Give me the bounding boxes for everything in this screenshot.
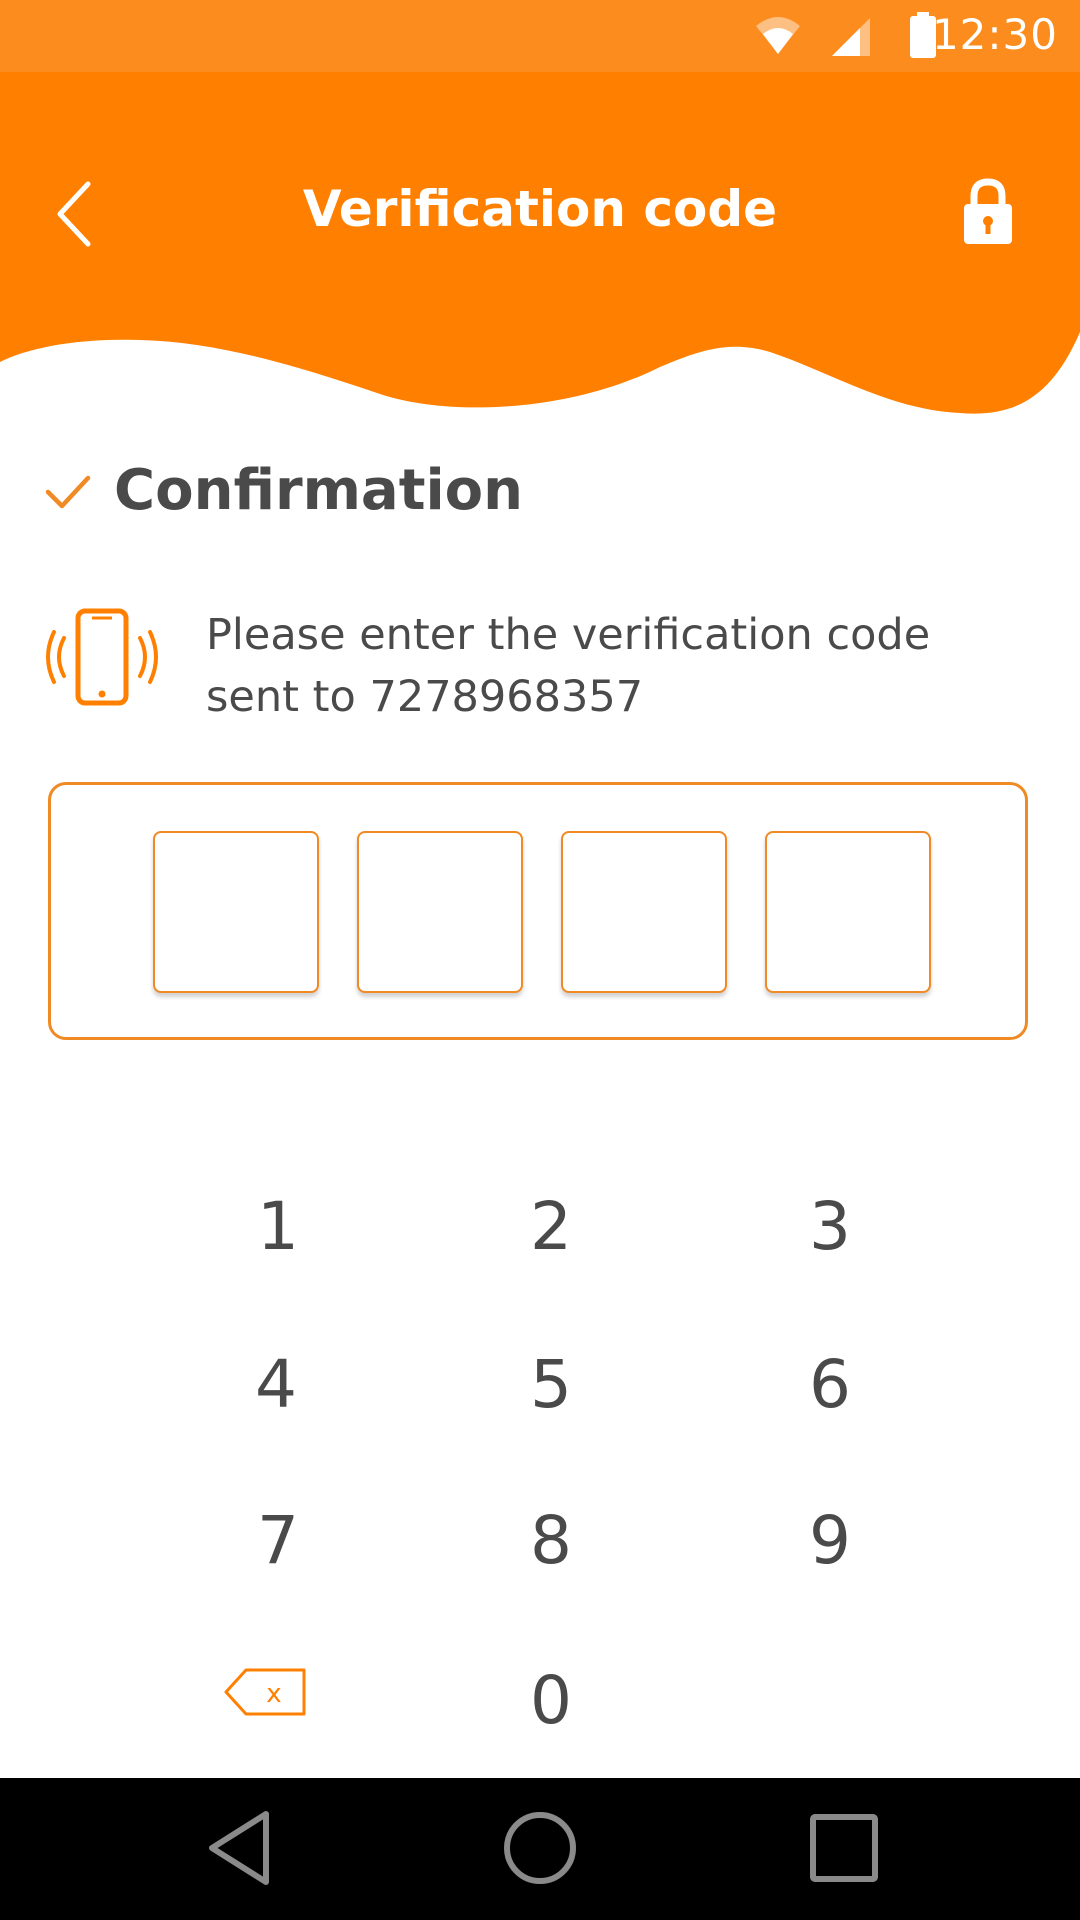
system-nav-bar [0, 1778, 1080, 1920]
check-icon [45, 475, 91, 509]
lock-icon [964, 178, 1012, 244]
status-time: 12:30 [931, 10, 1058, 59]
keypad-key-2[interactable]: 2 [451, 1172, 651, 1282]
keypad-key-3[interactable]: 3 [730, 1172, 930, 1282]
code-digit-3[interactable] [561, 831, 727, 993]
backspace-icon: x [224, 1668, 306, 1716]
code-digit-1[interactable] [153, 831, 319, 993]
confirmation-title: Confirmation [114, 458, 524, 523]
recents-square-icon[interactable] [808, 1808, 880, 1888]
keypad-key-6[interactable]: 6 [730, 1330, 930, 1440]
keypad-key-4[interactable]: 4 [176, 1330, 376, 1440]
keypad-key-0[interactable]: 0 [451, 1646, 651, 1756]
keypad-key-1[interactable]: 1 [178, 1172, 378, 1282]
wifi-icon [756, 17, 800, 54]
page-title: Verification code [302, 180, 778, 238]
back-triangle-icon[interactable] [204, 1808, 274, 1888]
keypad-key-7[interactable]: 7 [178, 1486, 378, 1596]
code-input-group [48, 782, 1028, 1040]
code-digit-2[interactable] [357, 831, 523, 993]
backspace-label: x [266, 1679, 281, 1709]
keypad-key-9[interactable]: 9 [730, 1486, 930, 1596]
status-bar: 12:30 [0, 0, 1080, 72]
instruction-text: Please enter the verification code sent … [206, 610, 931, 722]
home-circle-icon[interactable] [500, 1808, 580, 1888]
signal-icon [832, 18, 870, 56]
vibrating-phone-icon [46, 608, 158, 706]
keypad-key-8[interactable]: 8 [451, 1486, 651, 1596]
app-header: Verification code [0, 72, 1080, 432]
keypad-key-5[interactable]: 5 [451, 1330, 651, 1440]
code-digit-4[interactable] [765, 831, 931, 993]
backspace-button[interactable]: x [214, 1656, 324, 1736]
header-wave [0, 72, 1080, 414]
